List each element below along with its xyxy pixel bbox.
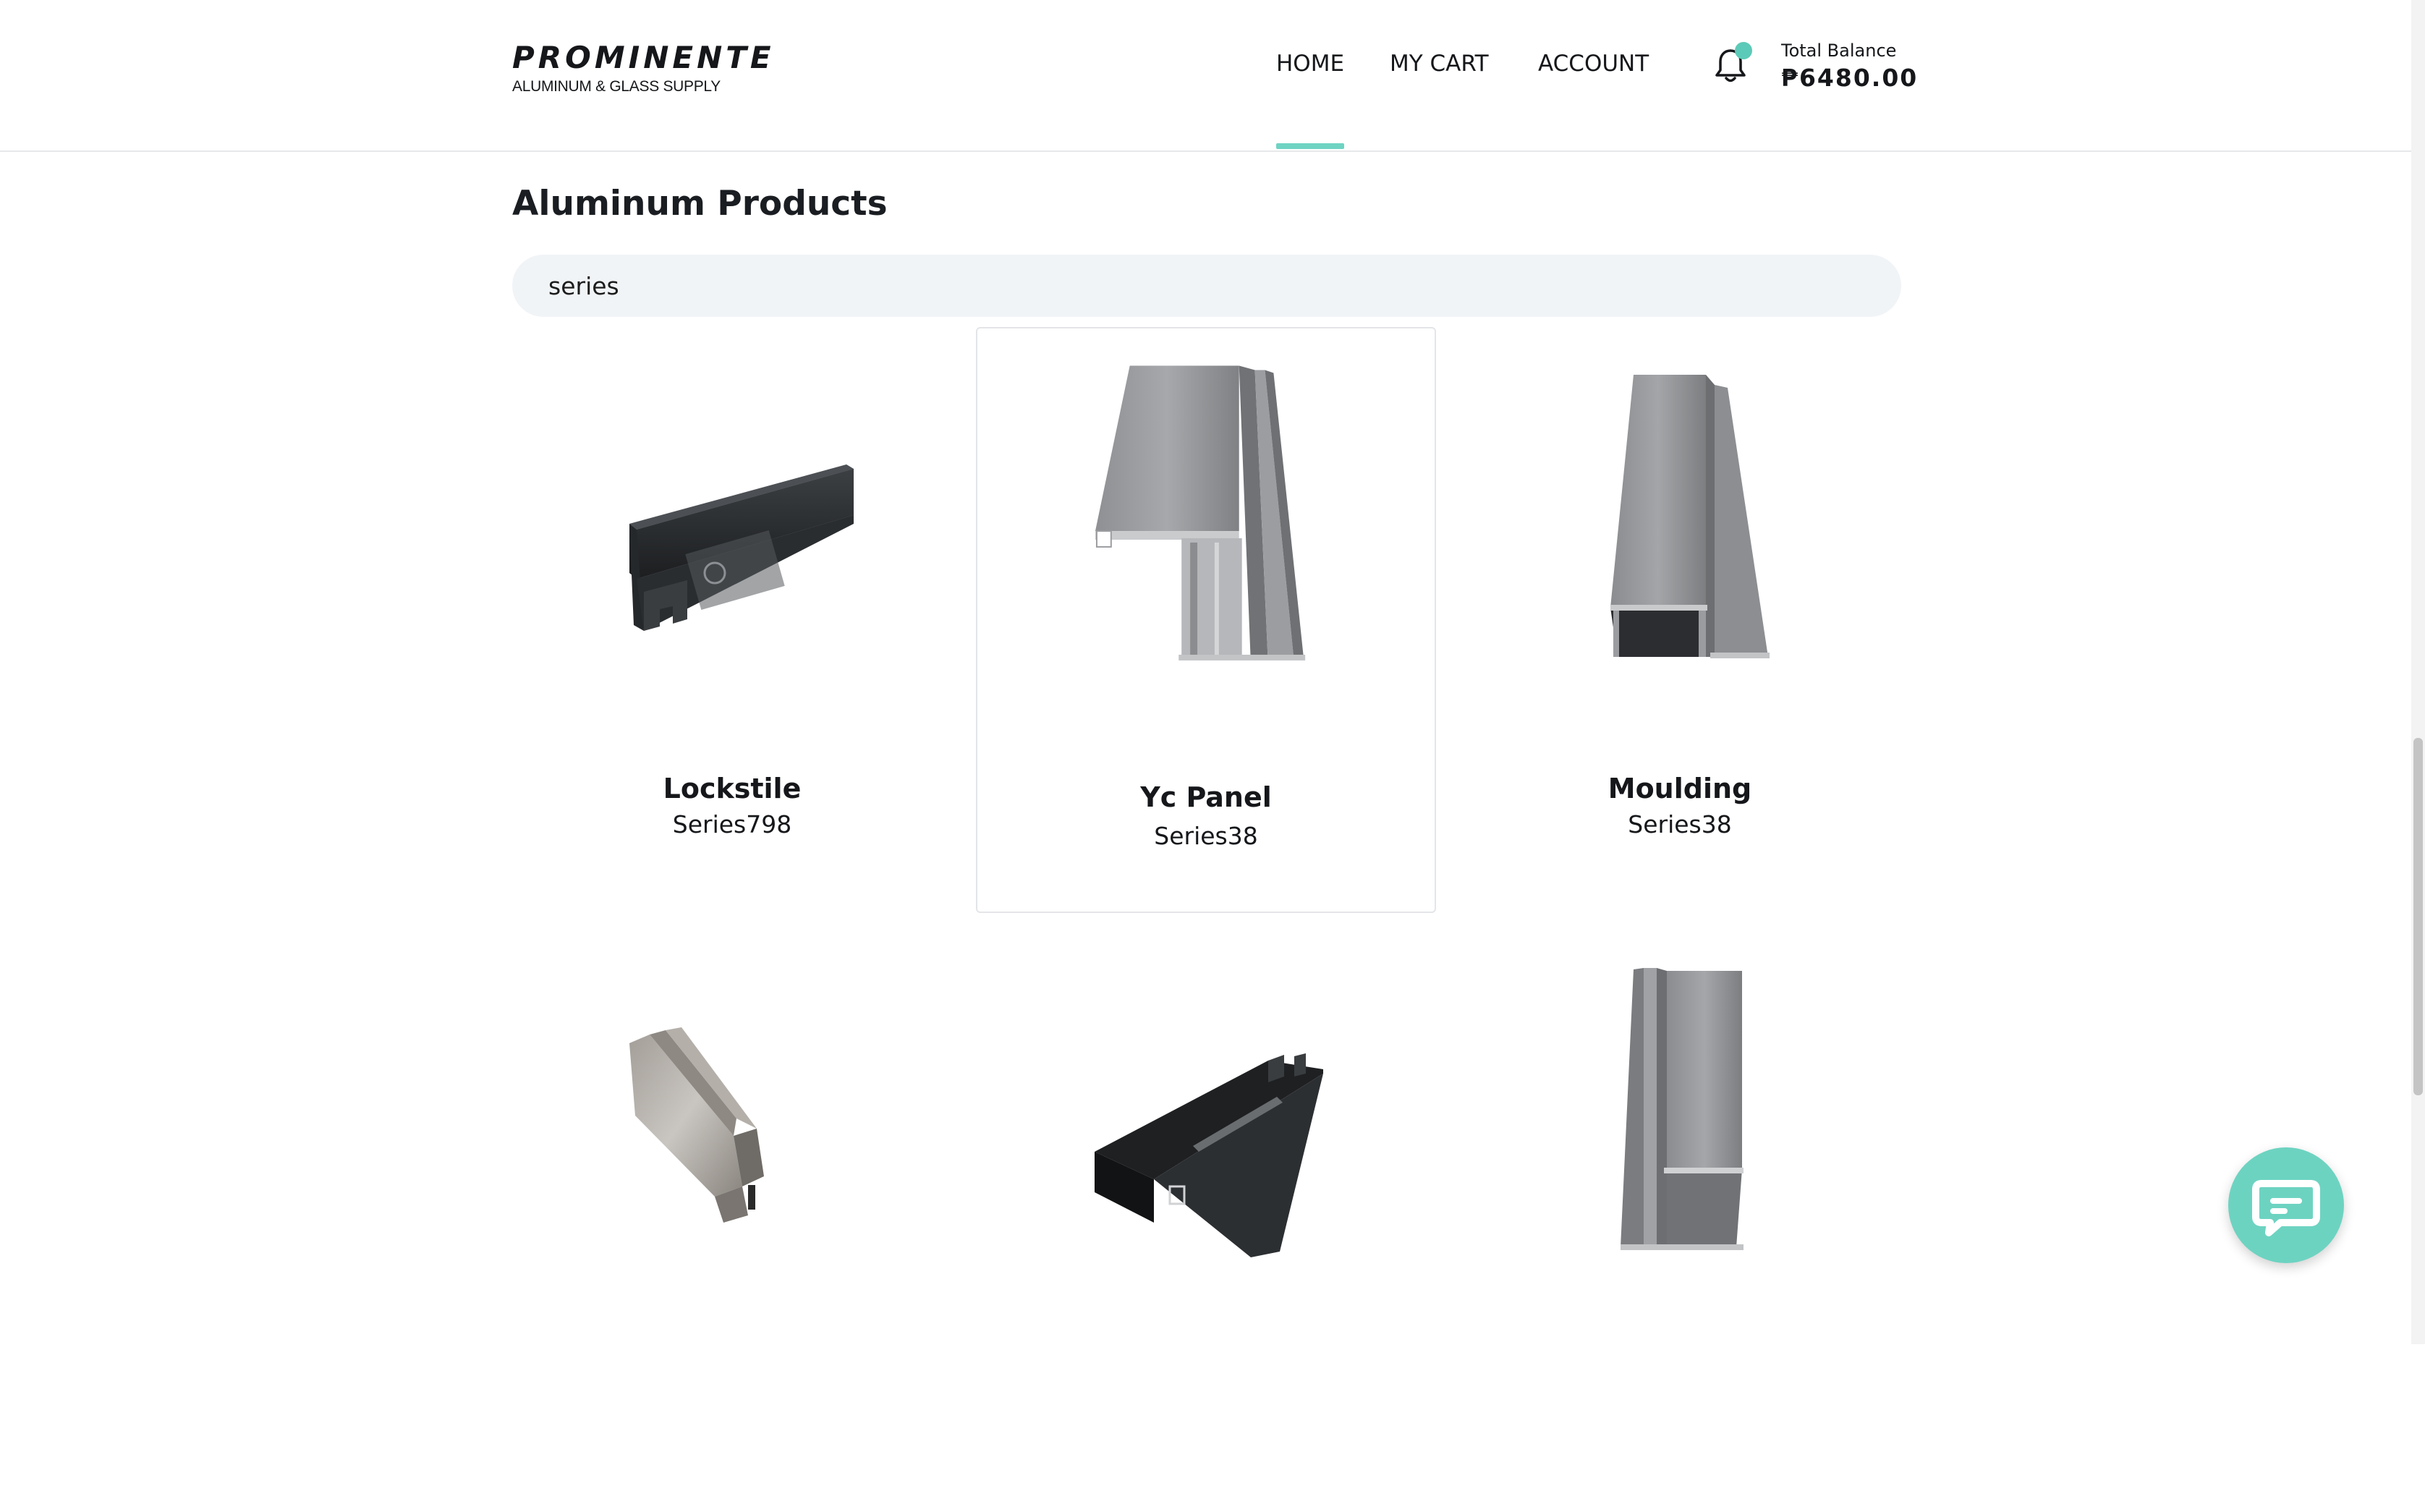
product-card-6[interactable] [1450, 926, 1910, 1512]
notification-dot [1735, 42, 1752, 59]
product-image-6 [1621, 968, 1744, 1250]
product-card-moulding[interactable]: Moulding Series38 [1450, 327, 1910, 913]
product-name: Moulding [1608, 773, 1752, 804]
page-title: Aluminum Products [512, 184, 888, 224]
product-series: Series38 [1628, 810, 1732, 838]
nav-home[interactable]: HOME [1276, 51, 1344, 77]
search-input[interactable] [512, 255, 1901, 317]
chat-bubble-icon [2252, 1180, 2320, 1236]
brand-name: PROMINENTE [512, 40, 775, 75]
product-series: Series798 [672, 810, 792, 838]
product-series: Series38 [1154, 822, 1258, 850]
nav-account[interactable]: ACCOUNT [1538, 51, 1649, 77]
brand-logo[interactable]: PROMINENTE ALUMINUM & GLASS SUPPLY [512, 41, 775, 95]
product-name: Yc Panel [1140, 781, 1272, 813]
product-name: Lockstile [663, 773, 802, 804]
scrollbar-track[interactable] [2411, 0, 2425, 1344]
nav-my-cart[interactable]: MY CART [1390, 51, 1489, 77]
product-image-5 [1095, 1053, 1323, 1257]
product-card-4[interactable] [502, 926, 962, 1512]
top-header: PROMINENTE ALUMINUM & GLASS SUPPLY HOME … [0, 0, 2411, 152]
balance-value: ₱6480.00 [1781, 64, 1919, 92]
product-card-5[interactable] [976, 926, 1436, 1512]
scrollbar-thumb[interactable] [2413, 738, 2423, 1095]
product-card-lockstile[interactable]: Lockstile Series798 [502, 327, 962, 913]
product-image-yc-panel [1095, 365, 1306, 661]
chat-button[interactable] [2228, 1147, 2344, 1263]
product-image-lockstile [629, 464, 854, 631]
brand-tagline: ALUMINUM & GLASS SUPPLY [512, 78, 721, 95]
nav-active-indicator [1276, 143, 1344, 149]
product-card-yc-panel[interactable]: Yc Panel Series38 [976, 327, 1436, 913]
product-image-moulding [1610, 375, 1770, 658]
product-image-4 [629, 1027, 764, 1223]
balance-label: Total Balance [1781, 41, 1897, 61]
